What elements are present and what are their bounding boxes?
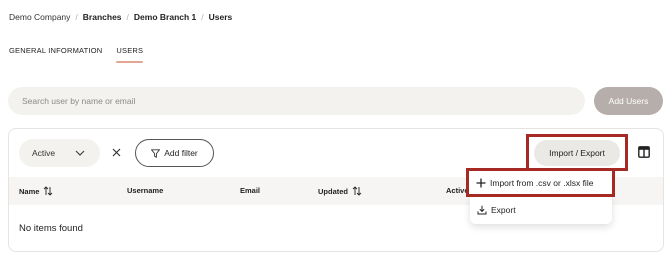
- search-placeholder: Search user by name or email: [22, 96, 136, 106]
- tab-users[interactable]: USERS: [116, 46, 144, 63]
- import-export-highlight: Import / Export: [526, 134, 628, 171]
- column-name[interactable]: Name: [19, 186, 53, 196]
- sort-icon[interactable]: [43, 186, 53, 196]
- column-updated[interactable]: Updated: [318, 186, 362, 196]
- menu-item-import[interactable]: Import from .csv or .xlsx file: [466, 168, 615, 197]
- menu-item-export-label: Export: [491, 205, 516, 215]
- download-icon: [477, 205, 487, 215]
- menu-item-export[interactable]: Export: [477, 205, 516, 215]
- add-filter-button[interactable]: Add filter: [135, 139, 214, 167]
- column-name-label: Name: [19, 186, 40, 196]
- status-filter-value: Active: [32, 148, 56, 158]
- breadcrumb-separator: /: [75, 12, 78, 22]
- breadcrumb-current: Users: [208, 12, 233, 22]
- sort-icon[interactable]: [352, 186, 362, 196]
- close-icon: [112, 148, 120, 156]
- columns-icon[interactable]: [638, 146, 650, 158]
- clear-filter-button[interactable]: [110, 145, 122, 159]
- search-input[interactable]: Search user by name or email: [8, 87, 585, 115]
- column-email[interactable]: Email: [240, 186, 260, 195]
- add-filter-label: Add filter: [164, 148, 198, 158]
- filter-icon: [151, 148, 161, 158]
- column-updated-label: Updated: [318, 186, 348, 196]
- chevron-down-icon: [75, 150, 85, 156]
- status-filter-select[interactable]: Active: [19, 139, 100, 167]
- column-username[interactable]: Username: [127, 186, 163, 195]
- menu-item-import-label: Import from .csv or .xlsx file: [490, 177, 594, 188]
- tab-bar: GENERAL INFORMATION USERS: [9, 46, 144, 63]
- empty-state-text: No items found: [19, 223, 83, 234]
- plus-icon: [476, 178, 486, 187]
- import-export-button[interactable]: Import / Export: [534, 139, 620, 166]
- breadcrumb-separator: /: [201, 12, 204, 22]
- breadcrumb-separator: /: [126, 12, 129, 22]
- breadcrumb: Demo Company / Branches / Demo Branch 1 …: [9, 12, 232, 22]
- tab-general-information[interactable]: GENERAL INFORMATION: [9, 46, 102, 63]
- breadcrumb-company[interactable]: Demo Company: [9, 12, 70, 22]
- add-users-button[interactable]: Add Users: [594, 87, 663, 115]
- breadcrumb-branch[interactable]: Demo Branch 1: [134, 12, 196, 22]
- breadcrumb-branches[interactable]: Branches: [83, 12, 122, 22]
